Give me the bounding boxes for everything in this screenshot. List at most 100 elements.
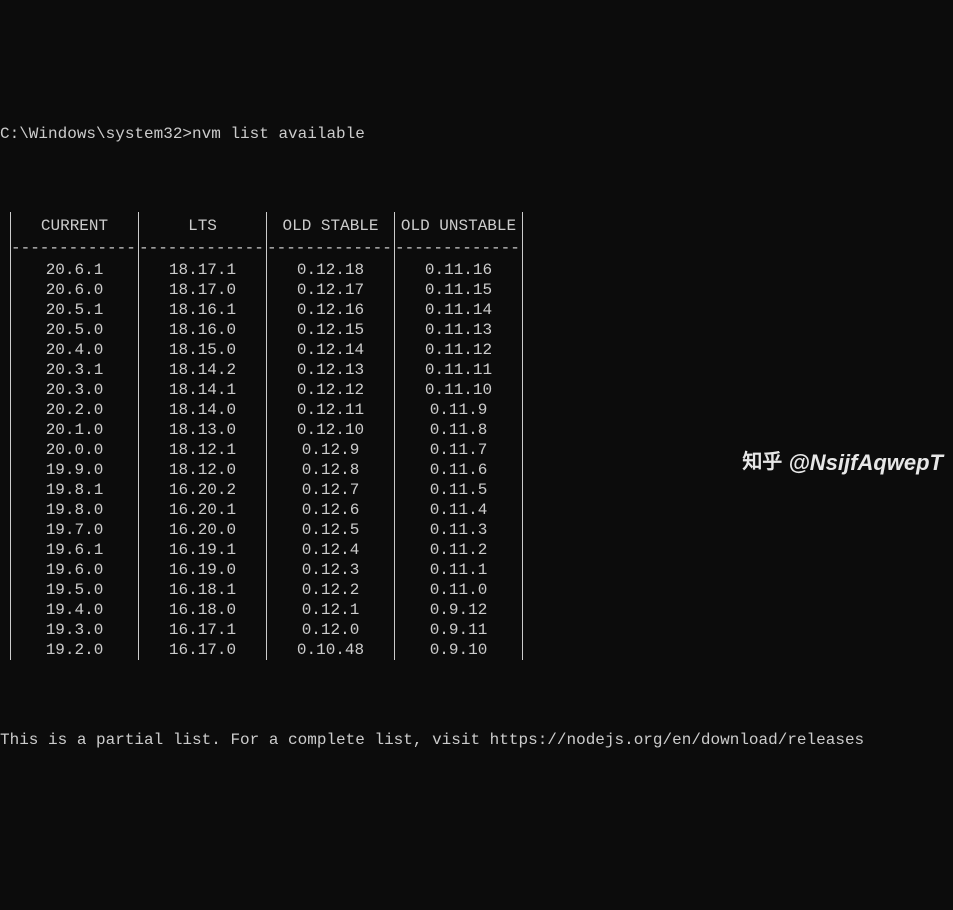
table-row: 18.14.0 [139, 400, 266, 420]
table-row: 0.12.5 [267, 520, 394, 540]
table-row: 0.12.2 [267, 580, 394, 600]
prompt-line: C:\Windows\system32>nvm list available [0, 124, 953, 144]
table-row: 0.12.14 [267, 340, 394, 360]
watermark-logo: 知乎 [742, 450, 782, 475]
table-row: 18.14.1 [139, 380, 266, 400]
table-row: 0.12.16 [267, 300, 394, 320]
table-row: 0.12.7 [267, 480, 394, 500]
table-row: 0.12.6 [267, 500, 394, 520]
table-row: 0.9.11 [395, 620, 522, 640]
table-row: 0.12.8 [267, 460, 394, 480]
table-row: 0.12.0 [267, 620, 394, 640]
table-row: 0.11.7 [395, 440, 522, 460]
watermark-handle: @NsijfAqwepT [788, 449, 943, 477]
terminal-window: C:\Windows\system32>nvm list available C… [0, 80, 953, 770]
table-row: 16.18.1 [139, 580, 266, 600]
table-row: 18.17.0 [139, 280, 266, 300]
table-row: 0.11.0 [395, 580, 522, 600]
table-row: 0.11.1 [395, 560, 522, 580]
table-row: 20.5.0 [11, 320, 138, 340]
table-row: 19.9.0 [11, 460, 138, 480]
column-lts: LTS--------------18.17.118.17.018.16.118… [139, 212, 267, 660]
table-row: 0.12.10 [267, 420, 394, 440]
table-row: 20.1.0 [11, 420, 138, 440]
table-row: 0.11.6 [395, 460, 522, 480]
table-row: 0.11.12 [395, 340, 522, 360]
table-row: 18.17.1 [139, 260, 266, 280]
column-divider: -------------- [139, 238, 266, 258]
table-row: 16.20.1 [139, 500, 266, 520]
table-row: 16.19.1 [139, 540, 266, 560]
table-row: 16.20.2 [139, 480, 266, 500]
table-row: 16.18.0 [139, 600, 266, 620]
table-row: 0.11.13 [395, 320, 522, 340]
table-row: 19.4.0 [11, 600, 138, 620]
table-row: 0.12.9 [267, 440, 394, 460]
table-row: 0.11.4 [395, 500, 522, 520]
table-row: 18.13.0 [139, 420, 266, 440]
table-row: 19.6.1 [11, 540, 138, 560]
table-row: 16.19.0 [139, 560, 266, 580]
table-row: 16.17.0 [139, 640, 266, 660]
column-old-unstable: OLD UNSTABLE--------------0.11.160.11.15… [395, 212, 523, 660]
table-row: 19.3.0 [11, 620, 138, 640]
table-row: 0.11.16 [395, 260, 522, 280]
table-row: 0.11.8 [395, 420, 522, 440]
footer-note: This is a partial list. For a complete l… [0, 730, 953, 750]
table-row: 0.11.10 [395, 380, 522, 400]
column-divider: -------------- [267, 238, 394, 258]
table-row: 0.12.12 [267, 380, 394, 400]
table-row: 20.6.0 [11, 280, 138, 300]
table-row: 0.11.5 [395, 480, 522, 500]
table-row: 0.11.11 [395, 360, 522, 380]
table-row: 0.9.12 [395, 600, 522, 620]
table-row: 20.3.0 [11, 380, 138, 400]
table-row: 16.20.0 [139, 520, 266, 540]
table-row: 18.16.1 [139, 300, 266, 320]
table-row: 0.12.15 [267, 320, 394, 340]
table-row: 0.11.15 [395, 280, 522, 300]
table-row: 20.5.1 [11, 300, 138, 320]
table-row: 20.2.0 [11, 400, 138, 420]
version-table: CURRENT--------------20.6.120.6.020.5.12… [0, 212, 953, 660]
table-row: 19.6.0 [11, 560, 138, 580]
table-row: 0.11.3 [395, 520, 522, 540]
column-divider: -------------- [395, 238, 522, 258]
table-row: 19.2.0 [11, 640, 138, 660]
column-current: CURRENT--------------20.6.120.6.020.5.12… [10, 212, 139, 660]
table-row: 0.12.3 [267, 560, 394, 580]
watermark: 知乎 @NsijfAqwepT [742, 449, 943, 477]
table-row: 19.8.0 [11, 500, 138, 520]
table-row: 19.8.1 [11, 480, 138, 500]
table-row: 18.16.0 [139, 320, 266, 340]
table-row: 16.17.1 [139, 620, 266, 640]
column-header: OLD UNSTABLE [395, 212, 522, 238]
table-row: 18.14.2 [139, 360, 266, 380]
prompt-cwd: C:\Windows\system32> [0, 125, 192, 143]
table-row: 0.12.18 [267, 260, 394, 280]
table-row: 0.12.4 [267, 540, 394, 560]
table-row: 0.11.9 [395, 400, 522, 420]
table-row: 20.0.0 [11, 440, 138, 460]
table-row: 0.11.14 [395, 300, 522, 320]
prompt-command[interactable]: nvm list available [192, 125, 365, 143]
column-old-stable: OLD STABLE--------------0.12.180.12.170.… [267, 212, 395, 660]
table-row: 0.12.17 [267, 280, 394, 300]
column-divider: -------------- [11, 238, 138, 258]
table-row: 19.7.0 [11, 520, 138, 540]
column-header: LTS [139, 212, 266, 238]
table-row: 0.12.11 [267, 400, 394, 420]
column-header: CURRENT [11, 212, 138, 238]
table-row: 20.6.1 [11, 260, 138, 280]
table-row: 0.10.48 [267, 640, 394, 660]
table-row: 20.4.0 [11, 340, 138, 360]
column-header: OLD STABLE [267, 212, 394, 238]
table-row: 0.9.10 [395, 640, 522, 660]
table-row: 0.12.13 [267, 360, 394, 380]
table-row: 20.3.1 [11, 360, 138, 380]
table-row: 0.11.2 [395, 540, 522, 560]
table-row: 0.12.1 [267, 600, 394, 620]
table-row: 18.12.0 [139, 460, 266, 480]
table-row: 18.15.0 [139, 340, 266, 360]
table-row: 18.12.1 [139, 440, 266, 460]
